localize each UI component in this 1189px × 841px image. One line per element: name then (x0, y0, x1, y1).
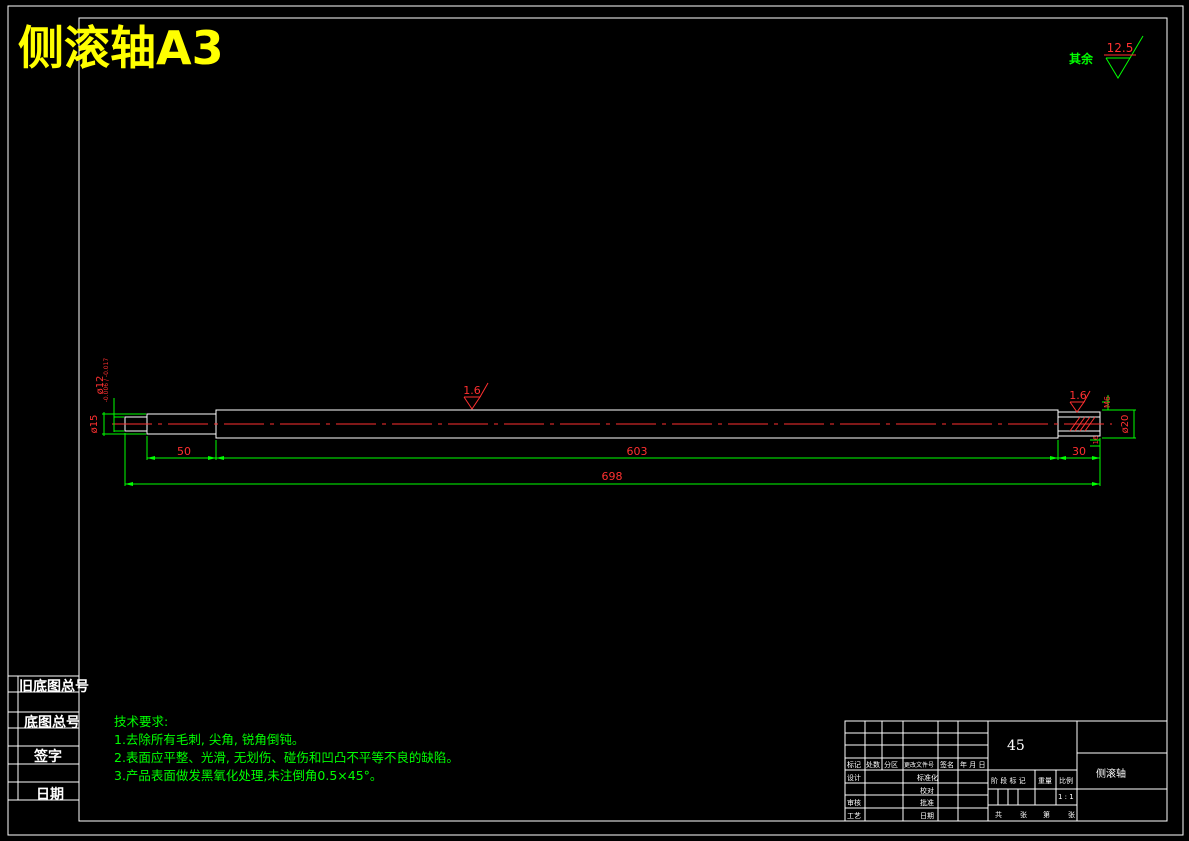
tb-sheet-unit1: 张 (1020, 811, 1027, 819)
tb-approve: 批准 (920, 799, 934, 807)
tb-scale: 1 : 1 (1058, 793, 1074, 801)
roughness-mid-value: 1.6 (463, 384, 481, 397)
dim-len-total: 698 (602, 470, 623, 483)
tb-sheet-unit2: 张 (1068, 811, 1075, 819)
tb-header-zone: 分区 (884, 761, 898, 769)
drawing-title: 侧滚轴A3 (18, 21, 224, 75)
tb-header-count: 处数 (866, 761, 880, 769)
side-label-date: 日期 (36, 787, 64, 803)
tb-standard: 标准化 (917, 774, 938, 782)
requirement-item-1: 1.去除所有毛刺, 尖角, 锐角倒钝。 (114, 732, 305, 747)
tb-header-change: 更改文件号 (904, 762, 935, 769)
tb-stage: 阶 段 标 记 (991, 777, 1026, 785)
requirements-heading: 技术要求: (114, 714, 169, 729)
dim-small-h: 16 (1092, 435, 1100, 444)
dim-len-left: 50 (177, 445, 191, 458)
roughness-default-value: 12.5 (1107, 41, 1134, 55)
dim-len-mid: 603 (627, 445, 648, 458)
dim-len-right: 30 (1072, 445, 1086, 458)
material-value: 45 (1007, 738, 1025, 754)
roughness-right-value: 1.6 (1069, 389, 1087, 402)
outer-frame (7, 5, 1184, 836)
tb-proof: 校对 (920, 787, 934, 795)
tb-header-date: 年 月 日 (960, 761, 986, 769)
tb-weight: 重量 (1038, 777, 1052, 785)
side-label-sign: 签字 (34, 749, 62, 765)
dim-d-right: ø20 (1120, 415, 1131, 434)
drawing-canvas: 50 603 30 698 1.6 1.6 12.5 其余 ø15 ø12 -0… (7, 5, 1184, 836)
dim-d-fit-tol: -0.006 / -0.017 (103, 358, 110, 403)
tb-sheet-total: 共 (995, 811, 1002, 819)
requirement-item-2: 2.表面应平整、光滑, 无划伤、碰伤和凹凸不平等不良的缺陷。 (114, 750, 459, 765)
tb-craft-date: 日期 (920, 812, 934, 820)
part-name: 侧滚轴 (1096, 769, 1126, 780)
dim-small-w: M6 (1103, 396, 1112, 408)
inner-frame (78, 17, 1168, 822)
dim-d-left: ø15 (89, 415, 100, 434)
roughness-note: 其余 (1069, 51, 1094, 66)
side-label-old-base: 旧底图总号 (19, 679, 89, 695)
requirement-item-3: 3.产品表面做发黑氧化处理,未注倒角0.5×45°。 (114, 768, 383, 783)
tb-scale-label: 比例 (1059, 777, 1073, 785)
roughness-symbols (463, 382, 1091, 413)
side-label-base: 底图总号 (24, 715, 80, 731)
tb-check: 审核 (847, 799, 861, 807)
tb-design: 设计 (847, 774, 861, 782)
tb-header-sign: 签名 (940, 761, 954, 769)
tb-sheet-no: 第 (1043, 811, 1050, 819)
tb-header-mark: 标记 (847, 761, 861, 769)
tb-craft: 工艺 (847, 812, 861, 820)
